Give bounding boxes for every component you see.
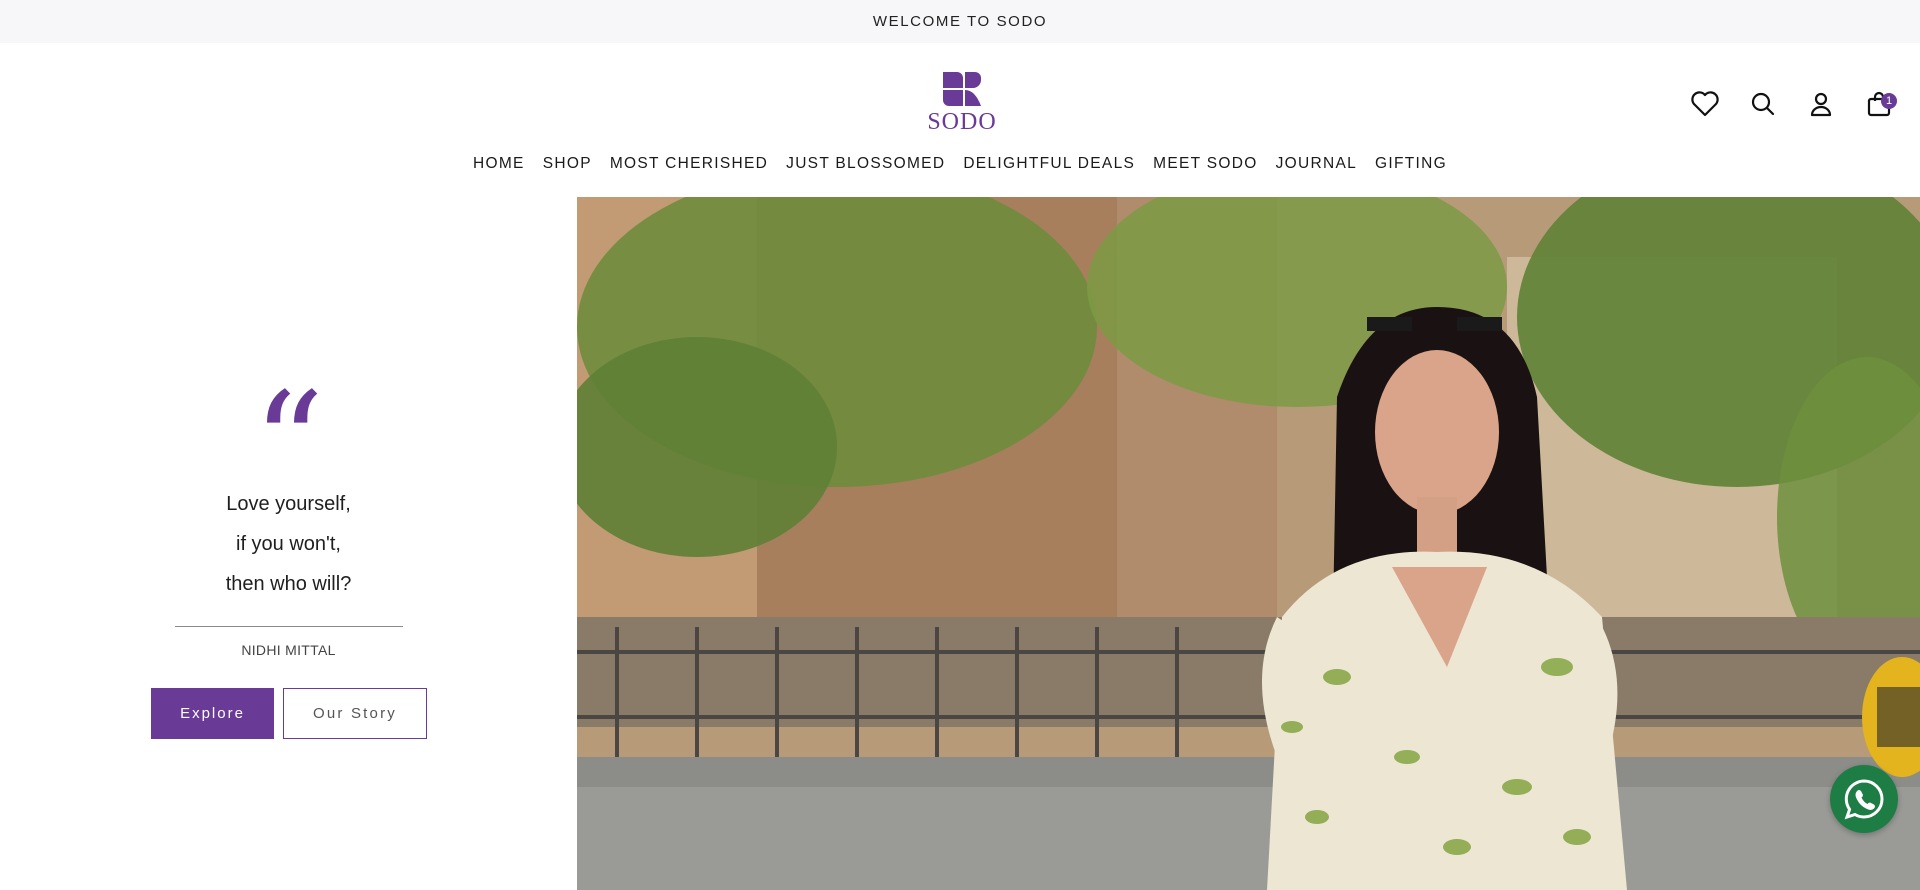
nav-item-home[interactable]: HOME (464, 155, 534, 173)
quote-divider (175, 626, 403, 627)
cart-count-badge: 1 (1881, 93, 1897, 109)
quote-mark-icon: “ (252, 363, 325, 526)
brand-name: SODO (927, 109, 997, 135)
nav-item-shop[interactable]: SHOP (534, 155, 601, 173)
brand-logo[interactable]: SODO (922, 70, 1002, 136)
nav-item-just-blossomed[interactable]: JUST BLOSSOMED (777, 155, 954, 173)
shopping-bag-icon[interactable]: 1 (1864, 89, 1897, 119)
hero-quote-panel: “ Love yourself, if you won't, then who … (0, 197, 577, 890)
announcement-text: WELCOME TO SODO (872, 13, 1048, 30)
user-icon[interactable] (1806, 89, 1836, 119)
header-actions: 1 (1690, 89, 1897, 119)
nav-item-gifting[interactable]: GIFTING (1366, 155, 1456, 173)
quote-line: Love yourself, (226, 493, 351, 515)
quote-author: NIDHI MITTAL (241, 642, 336, 658)
site-header: SODO 1 HOME SHOP MOST CHERISHED JUST BLO… (0, 43, 1920, 197)
hero-image (577, 197, 1920, 890)
search-icon[interactable] (1748, 89, 1778, 119)
nav-item-delightful-deals[interactable]: DELIGHTFUL DEALS (954, 155, 1144, 173)
hero-quote: Love yourself, if you won't, then who wi… (0, 484, 577, 604)
nav-item-journal[interactable]: JOURNAL (1267, 155, 1366, 173)
heart-icon[interactable] (1690, 89, 1720, 119)
our-story-button[interactable]: Our Story (283, 688, 427, 739)
explore-button[interactable]: Explore (151, 688, 274, 739)
announcement-bar: WELCOME TO SODO (0, 0, 1920, 43)
quote-line: if you won't, (236, 533, 341, 555)
nav-item-most-cherished[interactable]: MOST CHERISHED (601, 155, 777, 173)
logo-mark-icon (943, 72, 981, 106)
main-nav: HOME SHOP MOST CHERISHED JUST BLOSSOMED … (0, 155, 1920, 173)
whatsapp-icon[interactable] (1830, 765, 1898, 833)
hero-video (577, 197, 1920, 890)
nav-item-meet-sodo[interactable]: MEET SODO (1144, 155, 1266, 173)
quote-line: then who will? (225, 573, 352, 595)
